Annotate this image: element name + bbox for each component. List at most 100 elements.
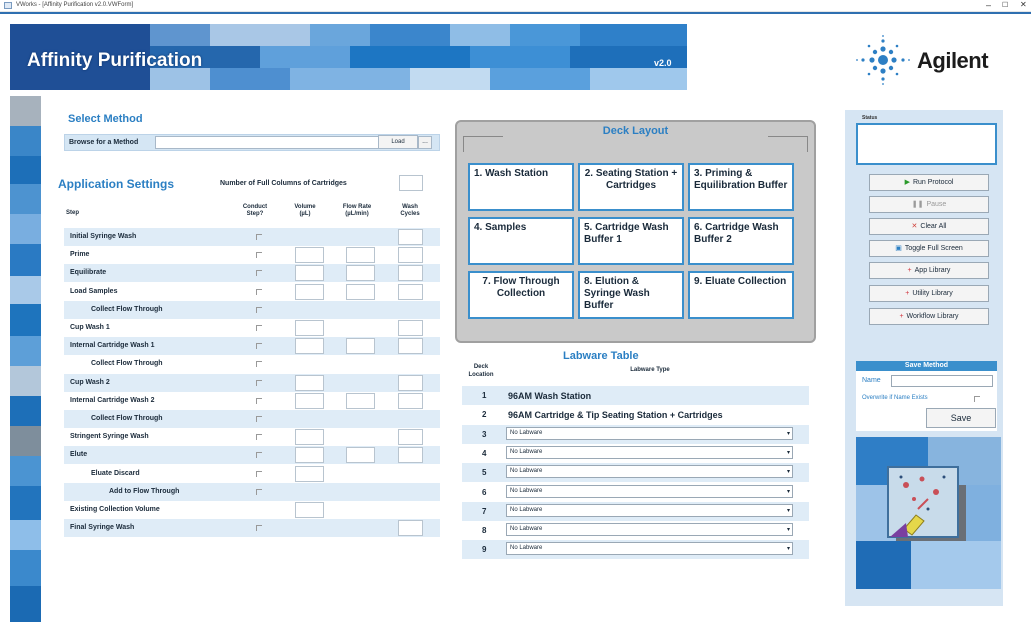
step-name: Add to Flow Through [109,487,180,495]
toggle-full-screen-button[interactable]: ▣ Toggle Full Screen [869,240,989,257]
step-name: Collect Flow Through [91,305,163,313]
conduct-step-checkbox[interactable] [256,252,262,259]
deck-cell-8[interactable]: 8. Elution & Syringe Wash Buffer [578,271,684,319]
conduct-step-checkbox[interactable] [256,525,262,532]
conduct-step-checkbox[interactable] [256,416,262,422]
wash-cycles-input[interactable] [398,320,423,336]
chevron-down-icon[interactable]: ▾ [787,468,790,475]
conduct-step-checkbox[interactable] [256,325,262,331]
utility-library-button[interactable]: + Utility Library [869,285,989,302]
method-name-input[interactable] [891,375,993,387]
chevron-down-icon[interactable]: ▾ [787,449,790,456]
conduct-step-checkbox[interactable] [256,452,262,459]
close-icon[interactable]: ✕ [1020,0,1027,9]
step-name: Cup Wash 2 [70,378,110,386]
purification-illustration-icon [856,437,1001,589]
conduct-step-checkbox[interactable] [256,379,262,386]
deck-cell-7[interactable]: 7. Flow Through Collection [468,271,574,319]
conduct-step-checkbox[interactable] [256,343,262,350]
flow-rate-input[interactable] [346,265,375,282]
conduct-step-checkbox[interactable] [256,488,262,495]
volume-input[interactable] [295,447,324,464]
run-protocol-button[interactable]: ▶ Run Protocol [869,174,989,191]
volume-input[interactable] [295,247,324,264]
labware-type-select[interactable]: No Labware ▾ [506,426,793,440]
volume-input[interactable] [295,283,324,300]
minimize-icon[interactable]: – [986,0,991,10]
chevron-down-icon[interactable]: ▾ [787,526,790,533]
wash-cycles-input[interactable] [398,429,423,446]
wash-cycles-input[interactable] [398,447,423,464]
app-title: Affinity Purification [27,50,203,71]
chevron-down-icon[interactable]: ▾ [787,488,790,495]
clear-all-button[interactable]: ✕ Clear All [869,218,989,235]
conduct-step-checkbox[interactable] [256,288,262,295]
conduct-step-checkbox[interactable] [256,397,262,404]
volume-input[interactable] [295,465,324,482]
deck-location-number: 6 [482,487,487,497]
volume-input[interactable] [295,392,324,409]
chevron-down-icon[interactable]: ▾ [787,507,790,514]
labware-type-select[interactable]: No Labware ▾ [506,445,793,459]
wash-cycles-input[interactable] [398,229,423,245]
labware-type-select[interactable]: No Labware ▾ [506,503,793,517]
wash-cycles-input[interactable] [398,283,423,300]
wash-cycles-input[interactable] [398,338,423,355]
step-row: Cup Wash 1 [64,319,440,337]
deck-cell-5[interactable]: 5. Cartridge Wash Buffer 1 [578,217,684,265]
deck-cell-6[interactable]: 6. Cartridge Wash Buffer 2 [688,217,794,265]
volume-input[interactable] [295,265,324,282]
status-display [856,123,997,165]
step-name: Cup Wash 1 [70,324,110,331]
step-name: Internal Cartridge Wash 2 [70,396,155,404]
flow-rate-input[interactable] [346,338,375,355]
labware-select-value: No Labware [510,487,543,494]
conduct-step-checkbox[interactable] [256,434,262,441]
deck-cell-9[interactable]: 9. Eluate Collection [688,271,794,319]
deck-cell-3[interactable]: 3. Priming & Equilibration Buffer [688,163,794,211]
conduct-step-checkbox[interactable] [256,306,262,313]
conduct-step-checkbox[interactable] [256,361,262,368]
labware-type-select[interactable]: No Labware ▾ [506,465,793,479]
step-name: Stringent Syringe Wash [70,433,149,441]
deck-cell-1[interactable]: 1. Wash Station [468,163,574,211]
num-columns-input[interactable] [399,175,423,191]
wash-cycles-input[interactable] [398,520,423,537]
wash-cycles-input[interactable] [398,265,423,282]
labware-type-select[interactable]: No Labware ▾ [506,523,793,537]
flow-rate-input[interactable] [346,392,375,409]
volume-input[interactable] [295,429,324,446]
volume-input[interactable] [295,502,324,518]
flow-rate-input[interactable] [346,247,375,264]
conduct-step-checkbox[interactable] [256,470,262,477]
labware-type-select[interactable]: No Labware ▾ [506,542,793,556]
deck-cell-2[interactable]: 2. Seating Station + Cartridges [578,163,684,211]
app-library-button[interactable]: + App Library [869,262,989,279]
method-path-input[interactable] [155,136,416,149]
load-button[interactable]: Load [378,135,418,149]
volume-input[interactable] [295,374,324,391]
maximize-icon[interactable]: ☐ [1002,1,1008,9]
labware-type-select[interactable]: No Labware ▾ [506,484,793,498]
volume-input[interactable] [295,338,324,355]
labware-select-value: No Labware [510,506,543,513]
step-name: Equilibrate [70,269,107,277]
wash-cycles-input[interactable] [398,392,423,409]
workflow-library-button[interactable]: + Workflow Library [869,308,989,325]
save-button[interactable]: Save [926,408,996,428]
browse-button[interactable]: ... [418,136,432,149]
flow-rate-input[interactable] [346,447,375,464]
overwrite-checkbox[interactable] [974,396,980,402]
pause-button[interactable]: ❚❚ Pause [869,196,989,213]
deck-cell-4[interactable]: 4. Samples [468,217,574,265]
conduct-step-checkbox[interactable] [256,234,262,240]
labware-row: 1 96AM Wash Station [462,386,809,405]
wash-cycles-input[interactable] [398,247,423,264]
flow-rate-input[interactable] [346,283,375,300]
chevron-down-icon[interactable]: ▾ [787,545,790,552]
volume-input[interactable] [295,320,324,336]
conduct-step-checkbox[interactable] [256,270,262,277]
wash-cycles-input[interactable] [398,374,423,391]
chevron-down-icon[interactable]: ▾ [787,430,790,437]
button-label: Utility Library [912,290,953,297]
